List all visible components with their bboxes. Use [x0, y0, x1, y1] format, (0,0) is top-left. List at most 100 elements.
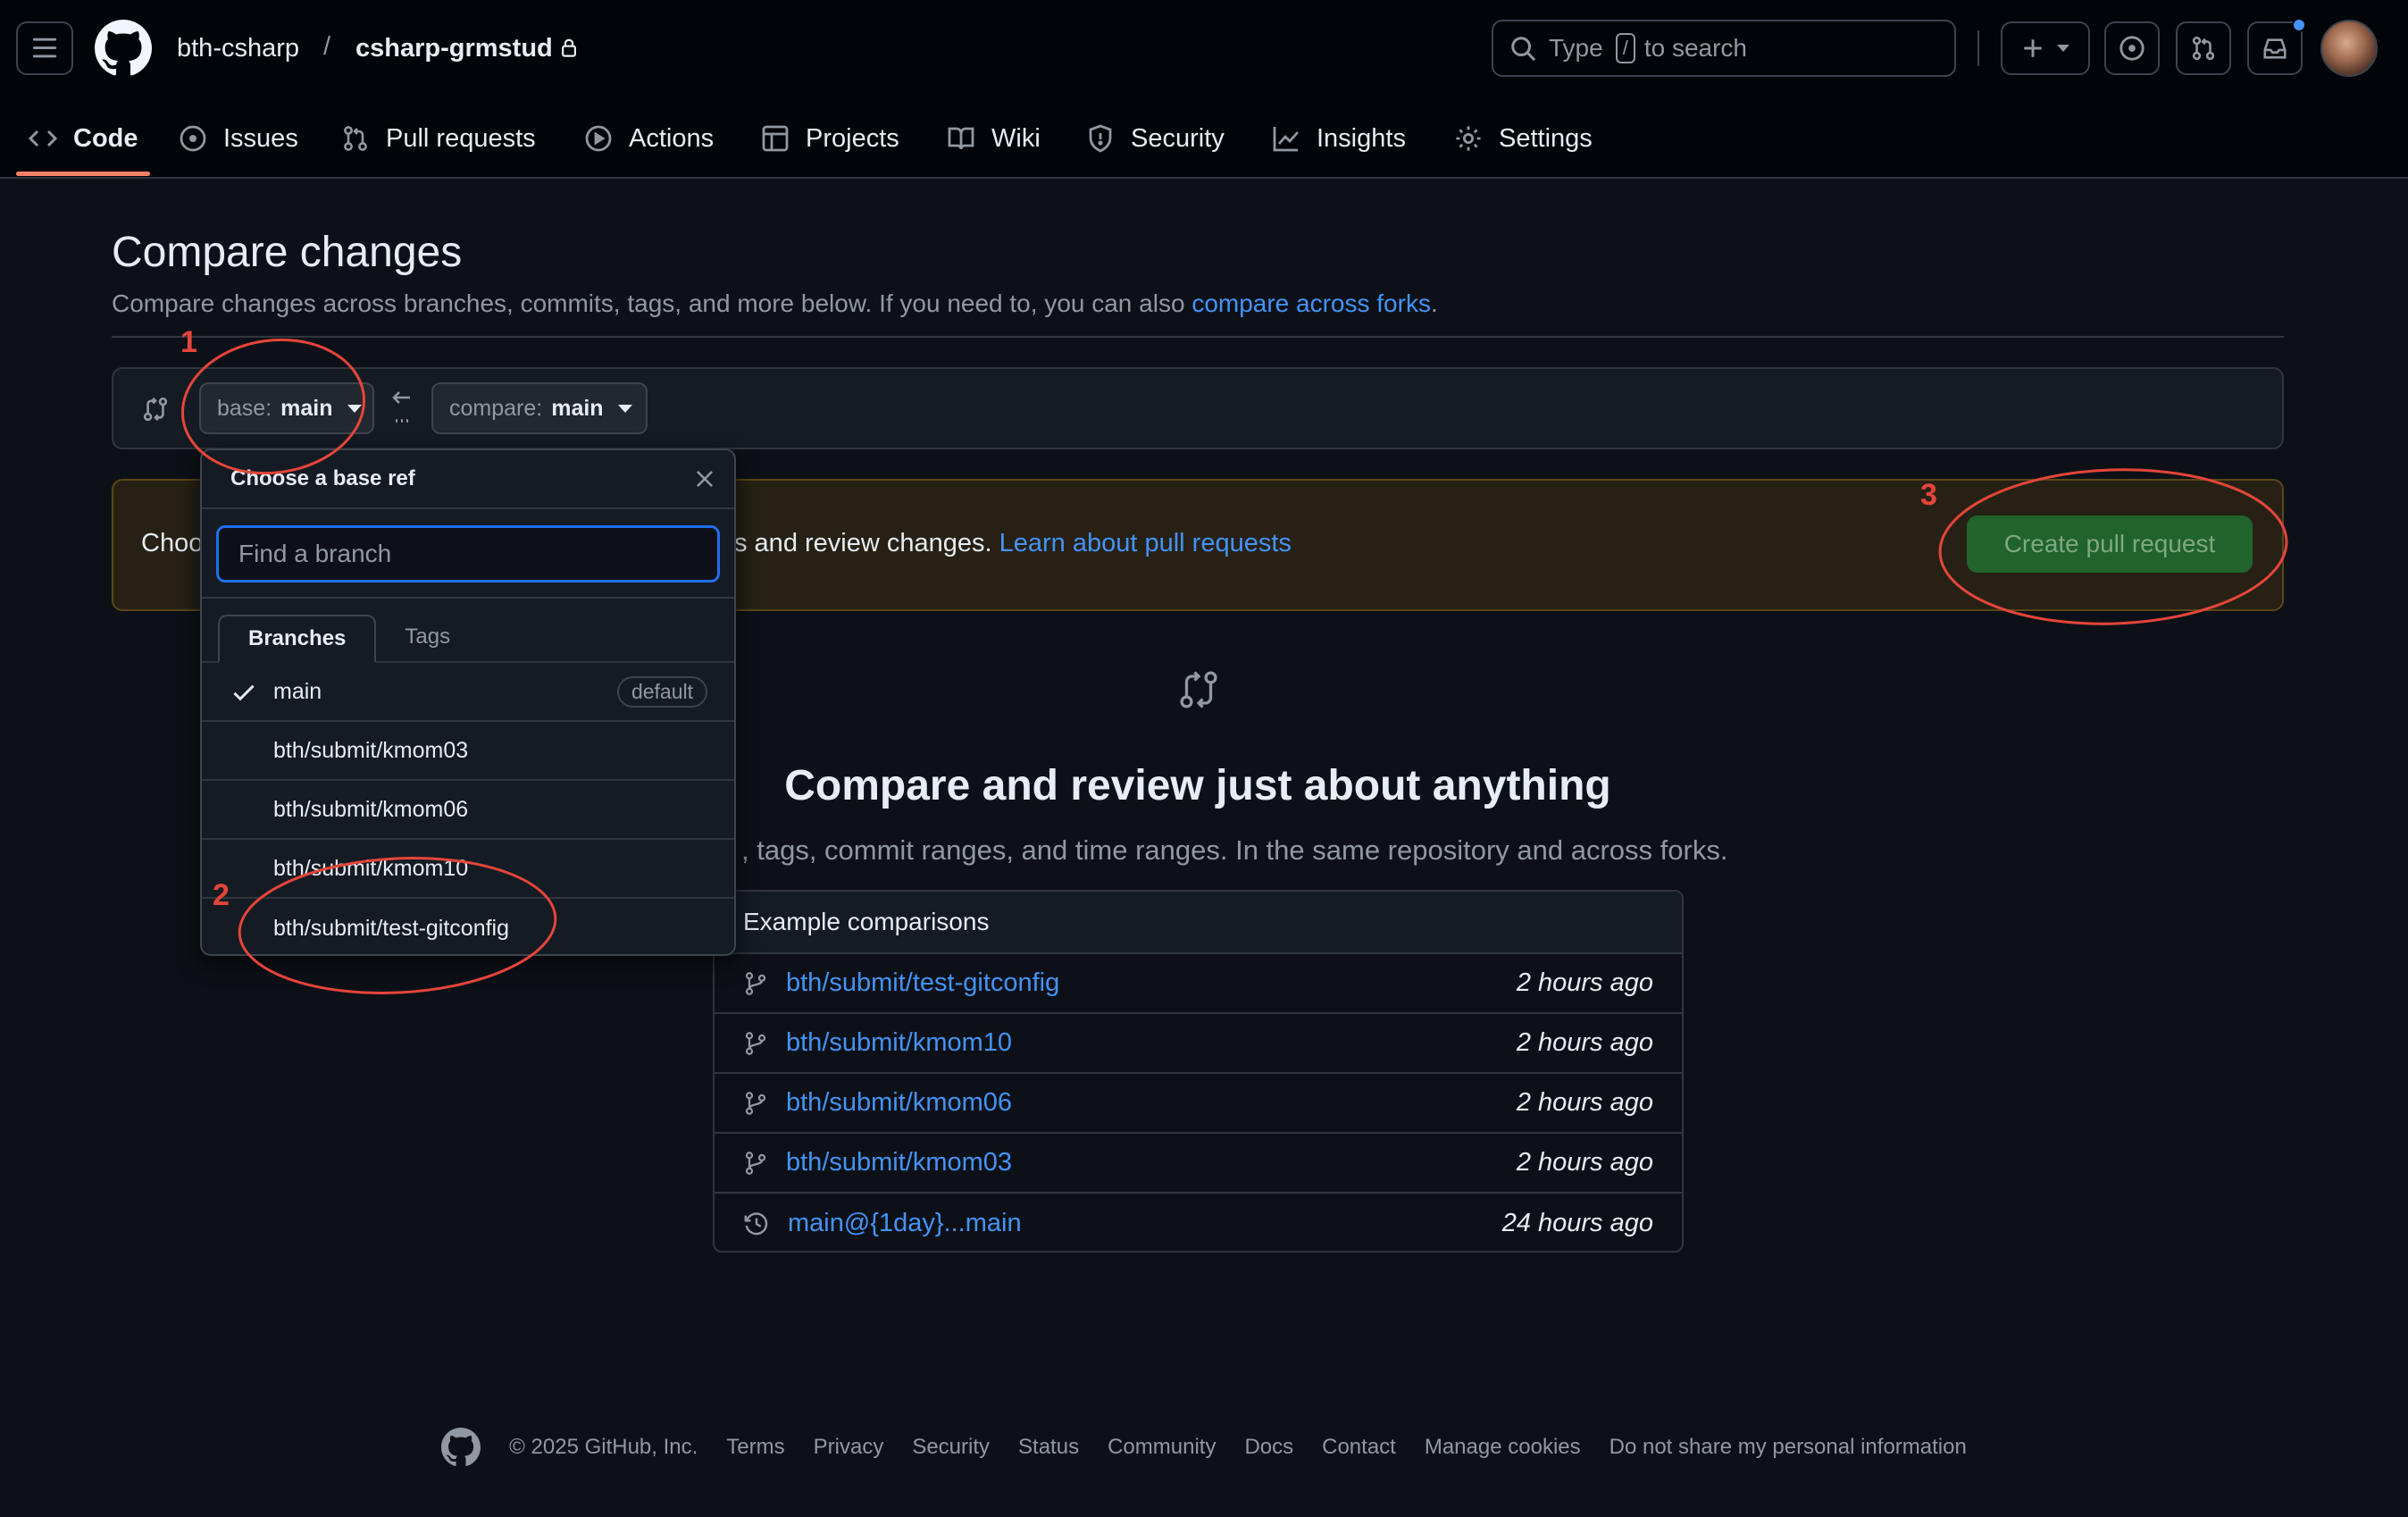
branch-icon — [745, 971, 766, 995]
book-icon — [948, 127, 974, 150]
inbox-icon — [2263, 38, 2287, 59]
create-new-button[interactable] — [2001, 21, 2090, 75]
footer-link-docs[interactable]: Docs — [1244, 1435, 1293, 1460]
base-prefix: base: — [217, 395, 272, 421]
search-icon — [1511, 37, 1536, 62]
arrow-left-icon — [390, 389, 414, 430]
tab-settings[interactable]: Settings — [1454, 107, 1593, 170]
search-placeholder-post: to search — [1643, 34, 1747, 62]
filter-wrapper — [202, 509, 734, 599]
footer-link-contact[interactable]: Contact — [1322, 1435, 1396, 1460]
create-pull-request-button[interactable]: Create pull request — [1967, 515, 2253, 573]
example-comparisons-box: Example comparisons bth/submit/test-gitc… — [713, 890, 1684, 1253]
compare-across-forks-link[interactable]: compare across forks — [1191, 289, 1431, 317]
breadcrumb-repo[interactable]: csharp-grmstud — [355, 34, 553, 63]
branch-item[interactable]: bth/submit/kmom03 — [202, 722, 734, 781]
issue-opened-icon — [180, 125, 206, 152]
chevron-down-icon — [2057, 45, 2069, 52]
branch-name: bth/submit/test-gitconfig — [273, 915, 510, 941]
avatar[interactable] — [2320, 20, 2378, 77]
menu-button[interactable] — [16, 21, 73, 75]
footer-link-do-not-share[interactable]: Do not share my personal information — [1610, 1435, 1967, 1460]
comparison-link[interactable]: main@{1day}...main — [788, 1209, 1502, 1238]
branch-filter-input[interactable] — [216, 525, 720, 582]
issues-button[interactable] — [2104, 21, 2160, 75]
comparison-link[interactable]: bth/submit/test-gitconfig — [786, 968, 1517, 998]
history-icon — [744, 1211, 768, 1235]
pull-requests-button[interactable] — [2176, 21, 2231, 75]
comparison-time: 2 hours ago — [1516, 968, 1653, 997]
header-divider — [1977, 30, 1979, 66]
base-value: main — [280, 395, 333, 421]
branch-item[interactable]: bth/submit/test-gitconfig — [202, 899, 734, 954]
tab-branches[interactable]: Branches — [218, 615, 377, 663]
lock-icon — [559, 36, 579, 59]
footer-link-manage-cookies[interactable]: Manage cookies — [1425, 1435, 1581, 1460]
list-item[interactable]: bth/submit/test-gitconfig 2 hours ago — [715, 954, 1682, 1014]
notification-dot — [2292, 18, 2306, 32]
tab-label: Settings — [1499, 123, 1593, 153]
list-item[interactable]: bth/submit/kmom06 2 hours ago — [715, 1074, 1682, 1134]
table-icon — [762, 125, 789, 152]
search-input[interactable]: Type / to search — [1492, 20, 1956, 77]
dropdown-header: Choose a base ref — [202, 450, 734, 509]
branch-icon — [745, 1031, 766, 1055]
default-badge: default — [616, 675, 707, 708]
git-pull-request-icon — [2192, 36, 2215, 61]
branch-item[interactable]: bth/submit/kmom10 — [202, 840, 734, 899]
play-icon — [585, 125, 612, 152]
tab-actions[interactable]: Actions — [584, 107, 714, 170]
branch-item-main[interactable]: main default — [202, 663, 734, 722]
tab-wiki[interactable]: Wiki — [947, 107, 1041, 170]
footer-link-community[interactable]: Community — [1108, 1435, 1216, 1460]
annotation-number-3: 3 — [1920, 478, 1937, 512]
base-branch-button[interactable]: base: main — [199, 382, 374, 434]
dropdown-title: Choose a base ref — [230, 466, 415, 490]
footer-links: Terms Privacy Security Status Community … — [726, 1435, 1967, 1460]
branch-name: bth/submit/kmom03 — [273, 737, 469, 763]
footer-link-privacy[interactable]: Privacy — [814, 1435, 884, 1460]
branch-item[interactable]: bth/submit/kmom06 — [202, 781, 734, 840]
check-icon — [232, 683, 255, 702]
tab-code[interactable]: Code — [29, 107, 138, 170]
description-text: Compare changes across branches, commits… — [112, 289, 1192, 317]
comparison-time: 24 hours ago — [1501, 1209, 1653, 1237]
list-item[interactable]: main@{1day}...main 24 hours ago — [715, 1194, 1682, 1251]
comparison-time: 2 hours ago — [1516, 1028, 1653, 1057]
breadcrumb-owner[interactable]: bth-csharp — [177, 34, 299, 63]
tab-projects[interactable]: Projects — [761, 107, 899, 170]
branch-icon — [745, 1091, 766, 1115]
tab-label: Wiki — [991, 123, 1041, 153]
footer-copyright: © 2025 GitHub, Inc. — [509, 1435, 698, 1459]
learn-about-pr-link[interactable]: Learn about pull requests — [999, 529, 1292, 557]
close-icon[interactable] — [693, 467, 716, 490]
branch-name: main — [273, 678, 322, 704]
tab-issues[interactable]: Issues — [179, 107, 298, 170]
footer-link-status[interactable]: Status — [1018, 1435, 1079, 1460]
github-mark-icon[interactable] — [441, 1428, 481, 1467]
hamburger-icon — [32, 38, 57, 58]
tab-label: Actions — [629, 123, 715, 153]
tab-security[interactable]: Security — [1086, 107, 1225, 170]
tab-pull-requests[interactable]: Pull requests — [341, 107, 536, 170]
comparison-link[interactable]: bth/submit/kmom10 — [786, 1028, 1517, 1058]
tab-insights[interactable]: Insights — [1272, 107, 1406, 170]
code-icon — [29, 130, 57, 147]
flash-text-left: Choo — [141, 529, 204, 557]
list-item[interactable]: bth/submit/kmom03 2 hours ago — [715, 1134, 1682, 1194]
compare-branch-button[interactable]: compare: main — [431, 382, 648, 434]
shield-icon — [1089, 124, 1112, 153]
git-compare-icon — [1177, 668, 1220, 711]
comparison-link[interactable]: bth/submit/kmom06 — [786, 1088, 1517, 1118]
footer-link-terms[interactable]: Terms — [726, 1435, 784, 1460]
issue-opened-icon — [2120, 36, 2145, 61]
footer-link-security[interactable]: Security — [912, 1435, 990, 1460]
list-item[interactable]: bth/submit/kmom10 2 hours ago — [715, 1014, 1682, 1074]
comparison-link[interactable]: bth/submit/kmom03 — [786, 1148, 1517, 1178]
github-logo-icon[interactable] — [95, 20, 152, 77]
tab-tags[interactable]: Tags — [376, 613, 479, 661]
comparison-time: 2 hours ago — [1516, 1148, 1653, 1177]
graph-icon — [1273, 127, 1300, 152]
range-editor: base: main compare: main — [112, 367, 2284, 449]
tab-label: Security — [1131, 123, 1225, 153]
